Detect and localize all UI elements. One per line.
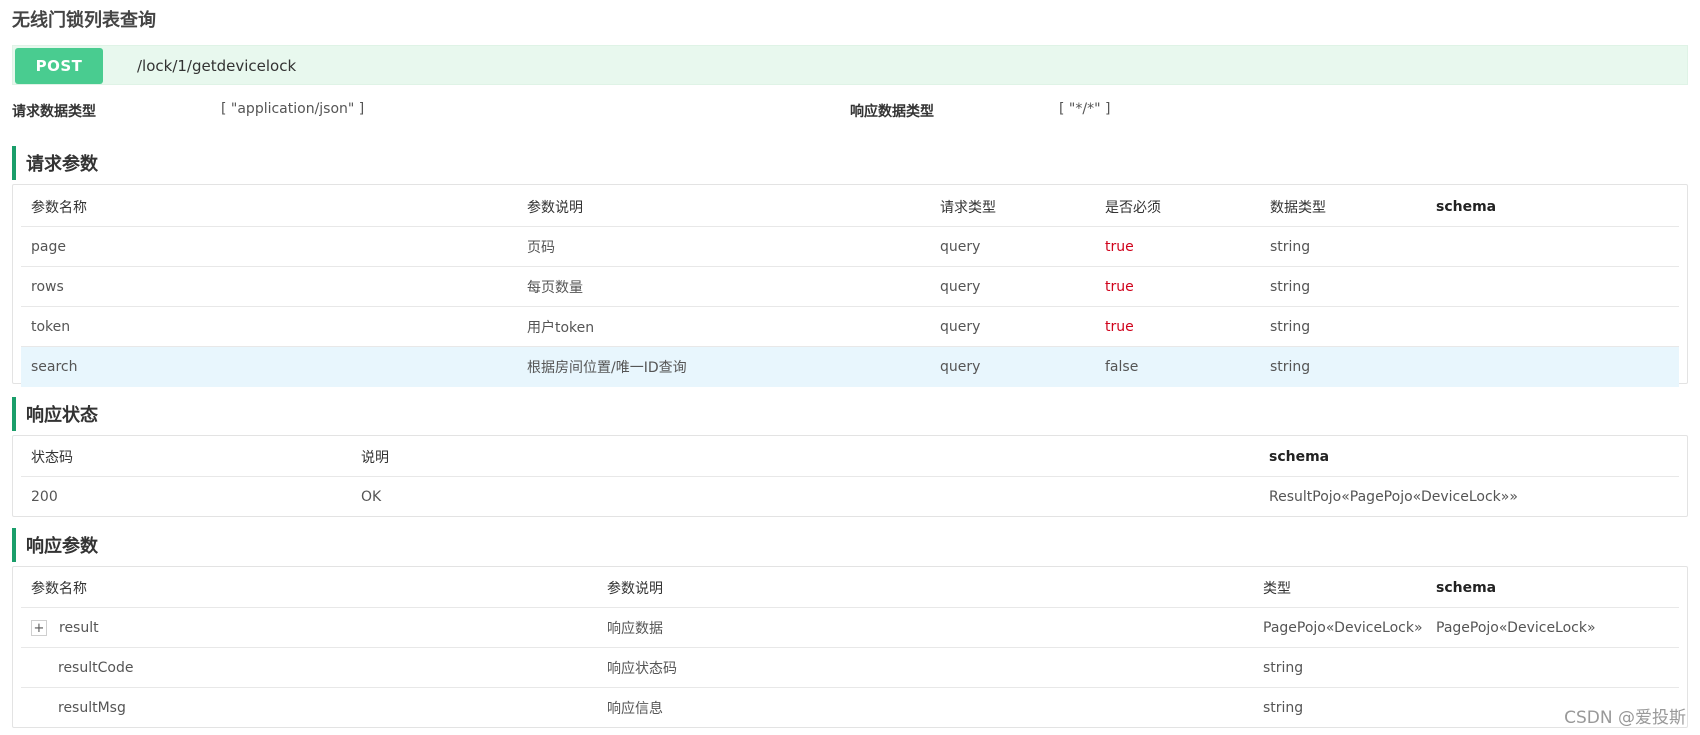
param-required: true <box>1105 279 1134 295</box>
param-name-cell: + result <box>31 608 99 648</box>
param-type: string <box>1270 239 1311 255</box>
table-row[interactable]: search 根据房间位置/唯一ID查询 query false string <box>21 347 1679 387</box>
param-required: true <box>1105 239 1134 255</box>
param-desc: 页码 <box>527 240 555 256</box>
response-params-heading: 响应参数 <box>12 528 98 562</box>
param-desc: 用户token <box>527 320 595 336</box>
header-param-name: 参数名称 <box>31 581 87 597</box>
param-name: token <box>31 319 71 335</box>
param-name: resultMsg <box>58 700 126 716</box>
watermark: CSDN @爱投斯 <box>1564 708 1686 728</box>
table-row[interactable]: page 页码 query true string <box>21 227 1679 267</box>
param-in: query <box>940 319 981 335</box>
api-doc-page: 无线门锁列表查询 POST /lock/1/getdevicelock 请求数据… <box>0 0 1700 735</box>
param-desc: 根据房间位置/唯一ID查询 <box>527 360 687 376</box>
response-content-type-label: 响应数据类型 <box>850 104 934 120</box>
param-desc: 每页数量 <box>527 280 583 296</box>
response-params-table: 参数名称 参数说明 类型 schema + result 响应数据 PagePo… <box>12 566 1688 728</box>
method-badge[interactable]: POST <box>15 48 103 84</box>
header-status-desc: 说明 <box>361 450 389 466</box>
param-name: resultCode <box>58 660 134 676</box>
response-status-heading: 响应状态 <box>12 397 98 431</box>
param-name: search <box>31 359 78 375</box>
header-param-desc: 参数说明 <box>607 581 663 597</box>
param-in: query <box>940 279 981 295</box>
table-row[interactable]: 200 OK ResultPojo«PagePojo«DeviceLock»» <box>21 477 1679 517</box>
header-status-code: 状态码 <box>31 450 73 466</box>
param-type: PagePojo«DeviceLock» <box>1263 620 1423 636</box>
param-in: query <box>940 239 981 255</box>
header-required: 是否必须 <box>1105 200 1161 216</box>
table-row[interactable]: resultCode 响应状态码 string <box>21 648 1679 688</box>
param-in: query <box>940 359 981 375</box>
param-desc: 响应状态码 <box>607 661 677 677</box>
table-row[interactable]: + result 响应数据 PagePojo«DeviceLock» PageP… <box>21 608 1679 648</box>
param-type: string <box>1263 700 1304 716</box>
table-header-row: 状态码 说明 schema <box>21 437 1679 477</box>
content-types: 请求数据类型 [ "application/json" ] 响应数据类型 [ "… <box>12 98 1688 124</box>
param-name: result <box>59 620 99 636</box>
request-params-heading: 请求参数 <box>12 146 98 180</box>
param-required: false <box>1105 359 1139 375</box>
header-type: 类型 <box>1263 581 1291 597</box>
expand-plus-icon[interactable]: + <box>31 620 47 636</box>
table-header-row: 参数名称 参数说明 类型 schema <box>21 568 1679 608</box>
status-code: 200 <box>31 489 58 505</box>
table-row[interactable]: resultMsg 响应信息 string <box>21 688 1679 728</box>
status-schema: ResultPojo«PagePojo«DeviceLock»» <box>1269 489 1518 505</box>
param-required: true <box>1105 319 1134 335</box>
header-param-desc: 参数说明 <box>527 200 583 216</box>
response-content-type-value: [ "*/*" ] <box>1059 101 1111 117</box>
param-type: string <box>1270 279 1311 295</box>
header-param-name: 参数名称 <box>31 200 87 216</box>
param-schema: PagePojo«DeviceLock» <box>1436 620 1596 636</box>
table-row[interactable]: rows 每页数量 query true string <box>21 267 1679 307</box>
param-desc: 响应数据 <box>607 621 663 637</box>
header-request-type: 请求类型 <box>940 200 996 216</box>
param-name: rows <box>31 279 64 295</box>
request-content-type-label: 请求数据类型 <box>12 104 96 120</box>
request-content-type-value: [ "application/json" ] <box>221 101 365 117</box>
header-data-type: 数据类型 <box>1270 200 1326 216</box>
param-desc: 响应信息 <box>607 701 663 717</box>
page-title: 无线门锁列表查询 <box>12 10 156 31</box>
header-schema: schema <box>1269 449 1330 465</box>
table-header-row: 参数名称 参数说明 请求类型 是否必须 数据类型 schema <box>21 187 1679 227</box>
header-schema: schema <box>1436 199 1497 215</box>
param-type: string <box>1270 359 1311 375</box>
status-desc: OK <box>361 489 382 505</box>
param-type: string <box>1270 319 1311 335</box>
response-status-table: 状态码 说明 schema 200 OK ResultPojo«PagePojo… <box>12 435 1688 517</box>
param-name: page <box>31 239 66 255</box>
table-row[interactable]: token 用户token query true string <box>21 307 1679 347</box>
request-params-table: 参数名称 参数说明 请求类型 是否必须 数据类型 schema page 页码 … <box>12 184 1688 387</box>
endpoint-bar: POST /lock/1/getdevicelock <box>12 45 1688 85</box>
param-type: string <box>1263 660 1304 676</box>
endpoint-path: /lock/1/getdevicelock <box>137 57 297 75</box>
header-schema: schema <box>1436 580 1497 596</box>
